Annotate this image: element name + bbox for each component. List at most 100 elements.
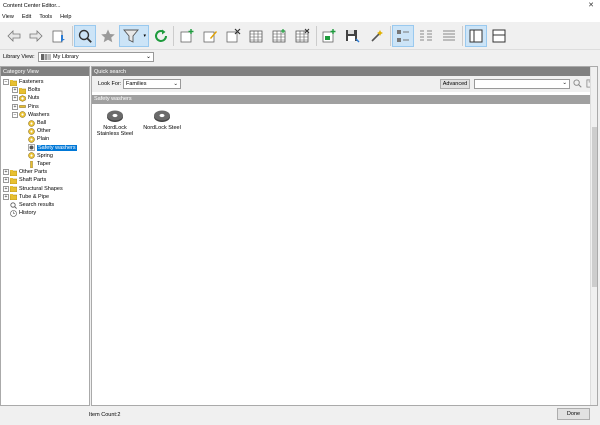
tree-item-label: Search results [19,202,55,208]
washer-icon [28,119,35,127]
back-icon[interactable] [3,25,25,47]
menu-bar: View Edit Tools Help [0,12,600,22]
advanced-button[interactable]: Advanced [440,79,470,89]
forward-icon[interactable] [25,25,47,47]
tree-item-washers[interactable]: − Washers [12,111,50,119]
category-view-header: Category View [1,67,89,76]
chevron-down-icon: ⌄ [145,54,151,60]
tree-item-taper[interactable]: Taper [21,160,51,168]
publish-icon[interactable] [318,25,340,47]
tree-item-safety-washers[interactable]: Safety washers [21,144,77,152]
tree-item-pins[interactable]: + Pins [12,103,39,111]
tree-item-tube-pipe[interactable]: + Tube & Pipe [3,193,49,201]
group-header: Safety washers [92,95,597,104]
tree-item-ball[interactable]: Ball [21,119,46,127]
tree-item-fasteners[interactable]: − Fasteners [3,78,43,86]
magic-wand-icon[interactable] [366,25,388,47]
expand-icon[interactable]: + [3,193,9,200]
family-label: NordLock Steel [143,125,181,131]
tree-item-label: Pins [28,103,39,110]
library-view-label: Library View: [3,54,35,60]
expand-icon[interactable]: + [12,87,18,94]
tree-item-label: Taper [37,161,51,167]
filter-icon[interactable]: ▾ [119,25,149,47]
list-view[interactable] [415,25,437,47]
collapse-icon[interactable]: − [3,79,9,85]
tree-item-other[interactable]: Other [21,127,51,135]
tree-item-bolts[interactable]: + Bolts [12,86,40,94]
expand-icon[interactable]: + [3,177,9,184]
folder-icon [10,186,17,193]
edit-family-icon[interactable] [199,25,221,47]
split-view[interactable] [465,25,487,47]
pin-icon [19,105,26,108]
collapse-icon[interactable]: − [12,111,18,118]
folder-icon [19,87,26,94]
search-icon[interactable] [573,79,582,88]
tree-item-shaft-parts[interactable]: + Shaft Parts [3,176,46,184]
library-icon [41,54,51,60]
new-family-icon[interactable] [176,25,198,47]
tree-item-spring[interactable]: Spring [21,152,53,160]
single-view[interactable] [488,25,510,47]
tree-item-label: Washers [28,111,50,118]
expand-icon[interactable]: + [3,169,9,176]
tree-item-label: Shaft Parts [19,177,47,184]
expand-icon[interactable]: + [12,95,18,102]
table-view-icon[interactable] [245,25,267,47]
close-icon[interactable]: ✕ [588,1,594,9]
table-delete-icon[interactable] [291,25,313,47]
washer-icon [19,111,26,119]
tree-item-structural-shapes[interactable]: + Structural Shapes [3,185,63,193]
refresh-icon[interactable] [150,25,172,47]
done-button[interactable]: Done [557,408,590,420]
chevron-down-icon: ⌄ [173,81,178,87]
search-input[interactable]: ⌄ [474,79,570,89]
tree-item-search-results[interactable]: Search results [3,201,54,209]
look-for-label: Look For: [98,81,122,87]
menu-edit[interactable]: Edit [22,14,31,20]
family-item[interactable]: NordLock Stainless Steel [92,109,138,137]
nut-icon [19,95,26,102]
folder-icon [10,169,17,176]
large-icons-view[interactable] [392,25,414,47]
menu-view[interactable]: View [2,14,14,20]
washer-icon [107,110,123,122]
go-up-icon[interactable] [48,25,70,47]
taper-icon [30,160,33,168]
item-count: Item Count:2 [89,412,121,418]
tree-item-label: Spring [37,152,53,159]
search-icon[interactable] [74,25,96,47]
tree-item-label: Fasteners [19,79,44,85]
library-view-select[interactable]: My Library ⌄ [38,52,154,62]
menu-help[interactable]: Help [60,14,71,20]
save-icon[interactable] [341,25,363,47]
status-bar: Item Count:2 Done [0,406,600,425]
tree-item-history[interactable]: History [3,209,36,217]
delete-family-icon[interactable] [222,25,244,47]
washer-icon [28,152,35,160]
tree-item-nuts[interactable]: + Nuts [12,94,39,102]
tree-item-other-parts[interactable]: + Other Parts [3,168,47,176]
expand-icon[interactable]: + [3,185,9,192]
details-view[interactable] [438,25,460,47]
expand-icon[interactable]: + [12,103,18,110]
tree-item-label: Bolts [28,87,41,94]
scrollbar-thumb[interactable] [592,127,597,287]
table-edit-icon[interactable] [268,25,290,47]
tree-item-label: Safety washers [37,144,77,151]
favorites-icon[interactable] [97,25,119,47]
toolbar: ▾ [0,22,600,50]
tree-item-plain[interactable]: Plain [21,135,49,143]
scrollbar[interactable] [590,67,597,405]
search-icon [10,201,17,209]
menu-tools[interactable]: Tools [39,14,52,20]
tree-item-label: Tube & Pipe [19,193,50,200]
look-for-select[interactable]: Families ⌄ [123,79,181,89]
family-item[interactable]: NordLock Steel [139,109,185,131]
family-label: NordLock Stainless Steel [96,125,134,137]
category-view-pane: Category View − Fasteners + Bolts + Nuts + Pins… [0,66,90,406]
title-bar: Content Center Editor... ✕ [0,0,600,12]
tree-item-label: Ball [37,120,47,126]
history-icon [10,209,17,217]
